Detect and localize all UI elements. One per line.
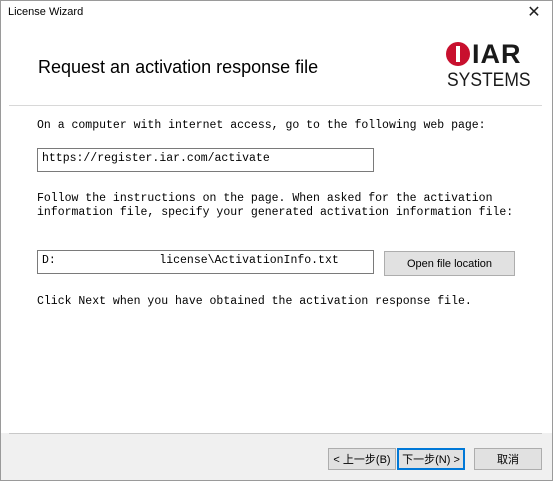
logo-top-row: IAR	[446, 40, 522, 68]
instructions-line-1: Follow the instructions on the page. Whe…	[37, 192, 493, 205]
footer-divider	[9, 433, 542, 434]
next-hint-text: Click Next when you have obtained the ac…	[37, 295, 472, 308]
cancel-button[interactable]: 取消	[474, 448, 542, 470]
intro-text: On a computer with internet access, go t…	[37, 119, 486, 132]
instructions-line-2: information file, specify your generated…	[37, 206, 514, 219]
logo-mark-icon	[446, 42, 470, 66]
logo-iar-text: IAR	[472, 39, 522, 69]
back-button[interactable]: < 上一步(B)	[328, 448, 396, 470]
close-icon[interactable]: ✕	[524, 4, 544, 22]
logo-systems-text: SYSTEMS	[447, 70, 531, 91]
open-file-location-button[interactable]: Open file location	[384, 251, 515, 276]
next-button[interactable]: 下一步(N) >	[397, 448, 465, 470]
title-bar: License Wizard ✕	[1, 1, 552, 27]
window-title: License Wizard	[8, 6, 84, 18]
footer-area	[1, 433, 552, 480]
license-wizard-window: License Wizard ✕ Request an activation r…	[0, 0, 553, 481]
page-title: Request an activation response file	[38, 57, 319, 77]
url-field[interactable]: https://register.iar.com/activate	[37, 148, 374, 172]
activation-file-path-field[interactable]: D: license\ActivationInfo.txt	[37, 250, 374, 274]
header-divider	[9, 105, 542, 106]
iar-systems-logo: IAR SYSTEMS	[446, 40, 531, 100]
